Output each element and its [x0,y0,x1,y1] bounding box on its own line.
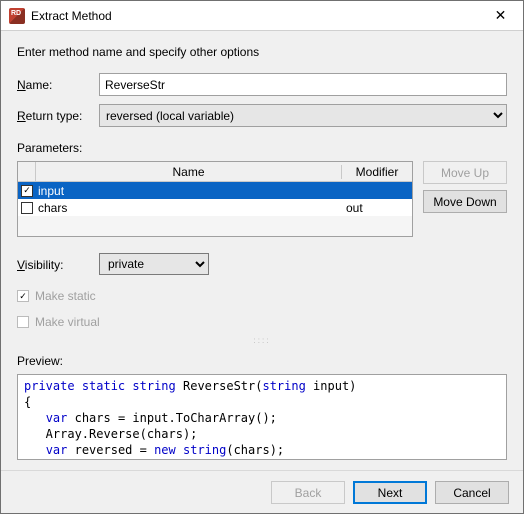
cancel-button[interactable]: Cancel [435,481,509,504]
close-button[interactable]: ✕ [478,1,523,31]
dialog-title: Extract Method [31,9,478,23]
make-virtual-label: Make virtual [35,315,100,329]
intro-text: Enter method name and specify other opti… [17,45,507,59]
grid-header-name: Name [36,165,342,179]
dialog-content: Enter method name and specify other opti… [1,31,523,470]
row-name: input [36,184,342,198]
visibility-row: Visibility: private [17,253,507,275]
row-checkbox[interactable]: ✓ [18,185,36,197]
table-row[interactable]: ✓ input [18,182,412,199]
table-row[interactable]: chars out [18,199,412,216]
back-button[interactable]: Back [271,481,345,504]
name-row: Name: [17,73,507,96]
dialog-footer: Back Next Cancel [1,470,523,514]
resize-gripper-icon[interactable]: :::: [17,337,507,344]
return-row: Return type: reversed (local variable) [17,104,507,127]
row-name: chars [36,201,342,215]
parameters-label: Parameters: [17,141,507,155]
preview-code: private static string ReverseStr(string … [17,374,507,460]
parameters-grid[interactable]: Name Modifier ✓ input chars out [17,161,413,237]
dialog-window: Extract Method ✕ Enter method name and s… [0,0,524,514]
visibility-select[interactable]: private [99,253,209,275]
make-static-row: ✓ Make static [17,289,507,303]
grid-buttons: Move Up Move Down [423,161,507,237]
make-virtual-row: Make virtual [17,315,507,329]
row-checkbox[interactable] [18,202,36,214]
make-virtual-checkbox[interactable] [17,316,29,328]
next-button[interactable]: Next [353,481,427,504]
grid-header: Name Modifier [18,162,412,182]
return-type-select[interactable]: reversed (local variable) [99,104,507,127]
app-icon [9,8,25,24]
grid-header-check [18,162,36,181]
name-input[interactable] [99,73,507,96]
titlebar: Extract Method ✕ [1,1,523,31]
visibility-label: Visibility: [17,257,99,272]
grid-header-modifier: Modifier [342,165,412,179]
make-static-label: Make static [35,289,96,303]
move-down-button[interactable]: Move Down [423,190,507,213]
make-static-checkbox[interactable]: ✓ [17,290,29,302]
return-label: Return type: [17,108,99,123]
row-modifier: out [342,201,412,215]
preview-label: Preview: [17,354,507,368]
name-label: Name: [17,77,99,92]
parameters-area: Name Modifier ✓ input chars out Move Up … [17,161,507,237]
move-up-button[interactable]: Move Up [423,161,507,184]
